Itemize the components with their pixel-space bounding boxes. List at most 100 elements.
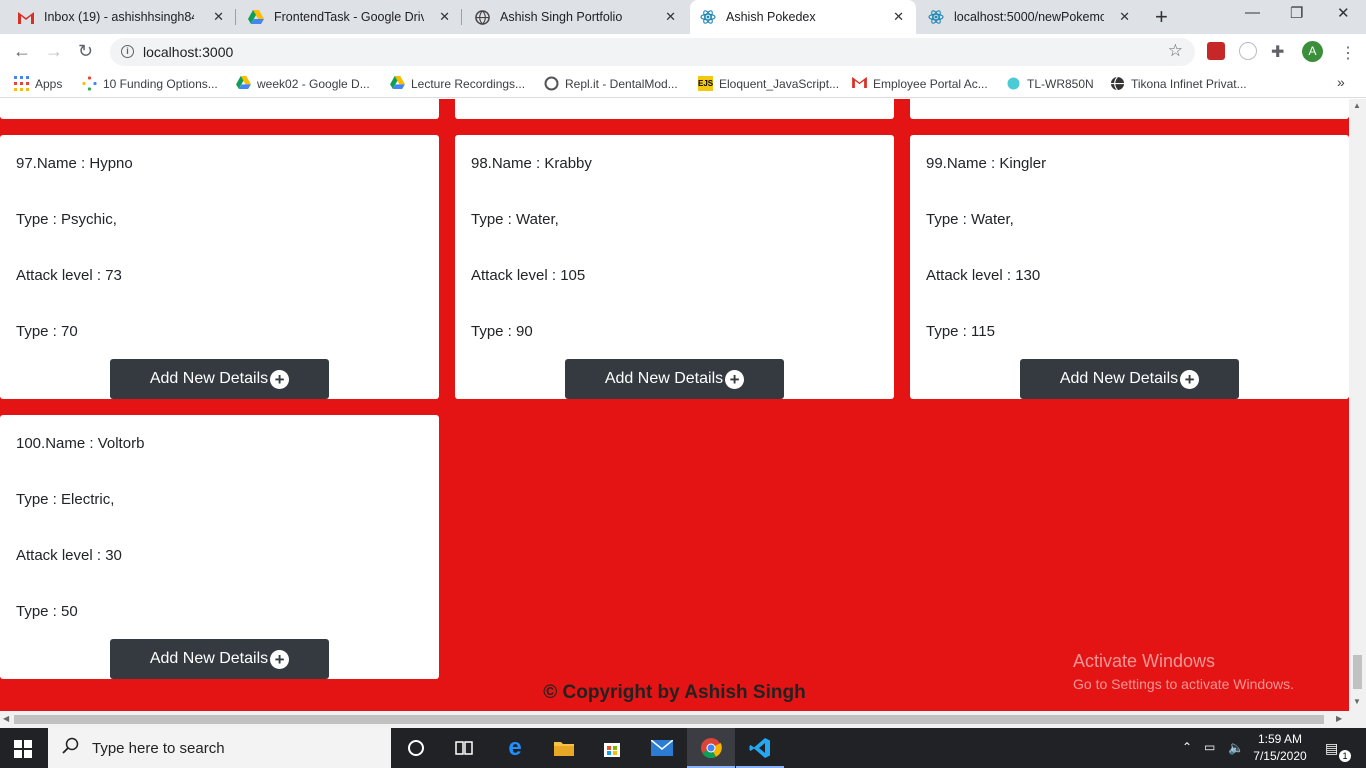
bookmarks-bar: Apps 10 Funding Options... week02 - Goog…: [0, 70, 1366, 98]
scroll-right-icon[interactable]: ▶: [1336, 714, 1342, 723]
add-details-button[interactable]: Add New Details +: [1020, 359, 1239, 399]
volume-icon[interactable]: 🔈: [1228, 740, 1244, 756]
forward-button[interactable]: →: [45, 41, 63, 62]
avatar[interactable]: A: [1302, 41, 1323, 62]
loader-icon: [82, 76, 97, 91]
horizontal-scrollbar[interactable]: ◀ ▶: [0, 711, 1366, 728]
tab-portfolio[interactable]: Ashish Singh Portfolio ✕: [464, 0, 688, 34]
restore-button[interactable]: ❐: [1290, 4, 1303, 22]
file-explorer-icon[interactable]: [552, 736, 576, 760]
add-details-button[interactable]: Add New Details +: [565, 359, 784, 399]
close-icon[interactable]: ✕: [1119, 9, 1130, 25]
add-details-button[interactable]: Add New Details +: [110, 359, 329, 399]
bookmark-item[interactable]: Tikona Infinet Privat...: [1110, 76, 1247, 91]
drive-icon: [248, 9, 264, 25]
scroll-up-icon[interactable]: ▲: [1353, 101, 1361, 110]
address-bar[interactable]: i localhost:3000 ☆: [110, 38, 1195, 66]
reload-button[interactable]: ↻: [78, 41, 93, 62]
scroll-left-icon[interactable]: ◀: [3, 714, 9, 723]
pokemon-card: 99.Name : Kingler Type : Water, Attack l…: [910, 135, 1349, 399]
bookmark-item[interactable]: Repl.it - DentalMod...: [544, 76, 678, 91]
pokemon-card: Add New Details+: [910, 99, 1349, 119]
add-details-button[interactable]: Add New Details +: [110, 639, 329, 679]
extension-icon[interactable]: [1207, 42, 1225, 60]
mail-icon[interactable]: [650, 736, 674, 760]
pokemon-name: 100.Name : Voltorb: [16, 435, 145, 452]
tab-title: Inbox (19) - ashishhsingh84@g: [44, 10, 194, 24]
edge-icon[interactable]: e: [503, 734, 527, 761]
plus-circle-icon: +: [270, 369, 290, 389]
scroll-down-icon[interactable]: ▼: [1353, 697, 1361, 706]
react-icon: [928, 9, 944, 25]
tab-title: Ashish Singh Portfolio: [500, 10, 623, 24]
notification-icon[interactable]: ▤: [1325, 740, 1338, 757]
pokemon-attack: Attack level : 130: [926, 267, 1041, 284]
plus-circle-icon: +: [1180, 369, 1200, 389]
close-icon[interactable]: ✕: [665, 9, 676, 25]
chevron-up-icon[interactable]: ⌃: [1182, 740, 1192, 754]
bookmark-apps[interactable]: Apps: [14, 76, 62, 91]
gmail-icon: [852, 76, 867, 91]
more-bookmarks-icon[interactable]: »: [1337, 74, 1345, 90]
store-icon[interactable]: [600, 736, 624, 760]
bookmark-item[interactable]: week02 - Google D...: [236, 76, 370, 91]
close-icon[interactable]: ✕: [439, 9, 450, 25]
bookmark-star-icon[interactable]: ☆: [1168, 41, 1183, 61]
bookmark-item[interactable]: EJS Eloquent_JavaScript...: [698, 76, 839, 91]
globe-icon: [1110, 76, 1125, 91]
notification-count: 1: [1339, 750, 1351, 762]
tab-title: localhost:5000/newPokemon: [954, 10, 1104, 24]
pokemon-defense: Type : 50: [16, 603, 78, 620]
chrome-icon[interactable]: [699, 736, 723, 760]
close-icon[interactable]: ✕: [213, 9, 224, 25]
search-placeholder: Type here to search: [92, 739, 225, 757]
info-icon[interactable]: i: [121, 45, 134, 58]
pokemon-name: 98.Name : Krabby: [471, 155, 592, 172]
tab-drive[interactable]: FrontendTask - Google Drive ✕: [238, 0, 462, 34]
bookmark-item[interactable]: Employee Portal Ac...: [852, 76, 988, 91]
tab-gmail[interactable]: Inbox (19) - ashishhsingh84@g ✕: [8, 0, 236, 34]
drive-icon: [390, 76, 405, 91]
tab-pokedex[interactable]: Ashish Pokedex ✕: [690, 0, 916, 34]
close-icon[interactable]: ✕: [893, 9, 904, 25]
windows-start-icon[interactable]: [14, 740, 32, 758]
globe-icon: [474, 9, 490, 25]
task-view-icon[interactable]: [452, 736, 476, 760]
pokemon-card: Add New Details+: [455, 99, 894, 119]
pokemon-name: 99.Name : Kingler: [926, 155, 1047, 172]
menu-icon[interactable]: ⋮: [1340, 43, 1356, 63]
pokemon-card: Add New Details+: [0, 99, 439, 119]
search-icon: [62, 737, 80, 760]
vscode-icon[interactable]: [748, 736, 772, 760]
pokemon-type: Type : Water,: [471, 211, 559, 228]
battery-icon[interactable]: ▭: [1204, 740, 1215, 754]
cortana-icon[interactable]: [404, 736, 428, 760]
pokemon-type: Type : Electric,: [16, 491, 115, 508]
new-tab-button[interactable]: +: [1155, 4, 1168, 30]
clock[interactable]: 1:59 AM 7/15/2020: [1252, 731, 1308, 765]
url-text[interactable]: localhost:3000: [143, 44, 233, 60]
bookmark-item[interactable]: Lecture Recordings...: [390, 76, 525, 91]
pokemon-attack: Attack level : 105: [471, 267, 586, 284]
bookmark-item[interactable]: TL-WR850N: [1006, 76, 1094, 91]
pokemon-card: 98.Name : Krabby Type : Water, Attack le…: [455, 135, 894, 399]
tab-newpokemon[interactable]: localhost:5000/newPokemon ✕: [918, 0, 1142, 34]
minimize-button[interactable]: —: [1245, 4, 1260, 21]
back-button[interactable]: ←: [13, 41, 31, 62]
vertical-scrollbar[interactable]: ▲ ▼: [1349, 99, 1366, 711]
tab-title: FrontendTask - Google Drive: [274, 10, 424, 24]
pokemon-defense: Type : 70: [16, 323, 78, 340]
apps-grid-icon: [14, 76, 29, 91]
clock-time: 1:59 AM: [1257, 732, 1303, 746]
tplink-icon: [1006, 76, 1021, 91]
scrollbar-thumb[interactable]: [14, 715, 1324, 724]
pokemon-defense: Type : 115: [926, 323, 995, 340]
bookmark-item[interactable]: 10 Funding Options...: [82, 76, 218, 91]
scrollbar-thumb[interactable]: [1353, 655, 1362, 689]
taskbar-search[interactable]: Type here to search: [48, 728, 391, 768]
extension-icon[interactable]: [1239, 42, 1257, 60]
pokemon-attack: Attack level : 73: [16, 267, 122, 284]
window-close-button[interactable]: ✕: [1337, 4, 1350, 22]
pokemon-card: 97.Name : Hypno Type : Psychic, Attack l…: [0, 135, 439, 399]
puzzle-icon[interactable]: ✚: [1271, 42, 1284, 62]
